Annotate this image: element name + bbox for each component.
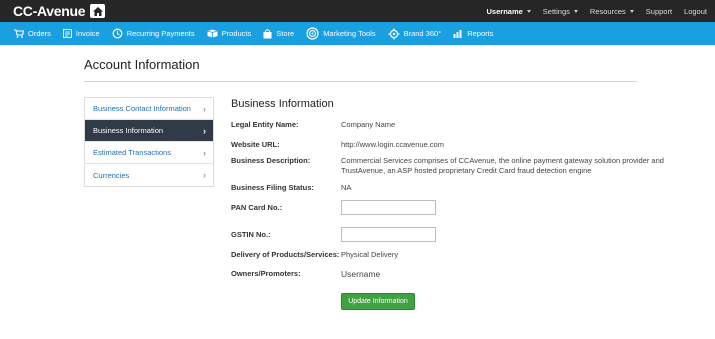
top-nav: Username Settings Resources Support Logo… [475,0,707,22]
settings-menu-label: Settings [542,6,570,16]
side-menu-item-label: Estimated Transactions [93,148,171,157]
legal-entity-value: Company Name [341,120,396,129]
description-value: Commercial Services comprises of CCAvenu… [341,156,664,175]
legal-entity-label: Legal Entity Name: [231,120,299,129]
side-menu-item-estimated-transactions[interactable]: Estimated Transactions › [85,142,213,164]
nav-store-label: Store [276,29,295,38]
recurring-icon [112,28,123,39]
logout-link[interactable]: Logout [684,7,707,16]
side-menu-item-label: Currencies [93,170,130,180]
nav-invoice-label: Invoice [75,29,100,38]
caret-down-icon [573,9,578,13]
chevron-right-icon: › [203,147,206,158]
side-menu-item-label: Business Contact Information [93,104,191,113]
nav-recurring-payments-label: Recurring Payments [126,29,195,38]
section-title: Business Information [231,98,334,110]
cart-icon [14,29,24,38]
ccavenue-logo[interactable]: CC-Avenue [13,3,106,19]
chevron-right-icon: › [203,170,206,180]
filing-status-label: Business Filing Status: [231,183,314,192]
caret-down-icon [629,9,634,13]
delivery-value: Physical Delivery [341,250,399,259]
user-menu-label: Username [486,6,523,16]
side-menu-item-business-information[interactable]: Business Information › [85,120,213,142]
target-icon [306,27,319,40]
resources-menu[interactable]: Resources [590,7,634,16]
delivery-label: Delivery of Products/Services: [231,250,340,259]
pan-input[interactable] [341,200,436,215]
nav-brand-360[interactable]: Brand 360° [388,28,442,40]
nav-orders-label: Orders [28,29,51,38]
nav-orders[interactable]: Orders [14,29,51,38]
caret-down-icon [526,9,531,13]
page-title: Account Information [84,57,200,72]
nav-recurring-payments[interactable]: Recurring Payments [112,28,195,39]
nav-marketing-tools[interactable]: Marketing Tools [306,27,376,40]
update-information-button[interactable]: Update Information [341,293,415,310]
chevron-right-icon: › [203,103,206,114]
side-menu-item-currencies[interactable]: Currencies › [85,164,213,186]
resources-menu-label: Resources [589,6,626,16]
nav-reports-label: Reports [467,29,494,38]
top-bar: CC-Avenue Username Settings Resources Su… [0,0,715,22]
owners-label: Owners/Promoters: [231,269,301,278]
products-icon [207,29,218,38]
main-nav: Orders Invoice Recurring Payments Produc… [0,22,715,45]
store-icon [263,28,272,38]
chevron-right-icon: › [203,125,206,136]
nav-marketing-tools-label: Marketing Tools [323,29,376,38]
title-divider [84,81,637,82]
logo-text: CC-Avenue [13,3,86,19]
nav-store[interactable]: Store [263,28,295,39]
chart-icon [453,30,462,38]
side-menu-item-label: Business Information [93,126,164,135]
invoice-icon [62,29,72,38]
website-label: Website URL: [231,140,280,149]
logout-link-label: Logout [684,6,707,16]
owners-value: Username [341,269,381,279]
home-icon[interactable] [90,4,106,18]
description-label: Business Description: [231,156,311,165]
nav-invoice[interactable]: Invoice [62,29,100,38]
website-value: http://www.login.ccavenue.com [341,140,444,149]
nav-brand-360-label: Brand 360° [403,29,442,38]
filing-status-value: NA [341,183,352,192]
user-menu[interactable]: Username [487,7,531,16]
support-link-label: Support [645,6,673,16]
side-menu-item-business-contact[interactable]: Business Contact Information › [85,98,213,120]
settings-menu[interactable]: Settings [543,7,578,16]
pan-label: PAN Card No.: [231,203,283,212]
brand-icon [388,28,400,39]
gstin-label: GSTIN No.: [231,230,271,239]
gstin-input[interactable] [341,227,436,242]
nav-products[interactable]: Products [207,29,252,38]
side-menu: Business Contact Information › Business … [84,97,214,187]
support-link[interactable]: Support [646,7,672,16]
nav-reports[interactable]: Reports [453,29,493,38]
nav-products-label: Products [221,29,252,38]
